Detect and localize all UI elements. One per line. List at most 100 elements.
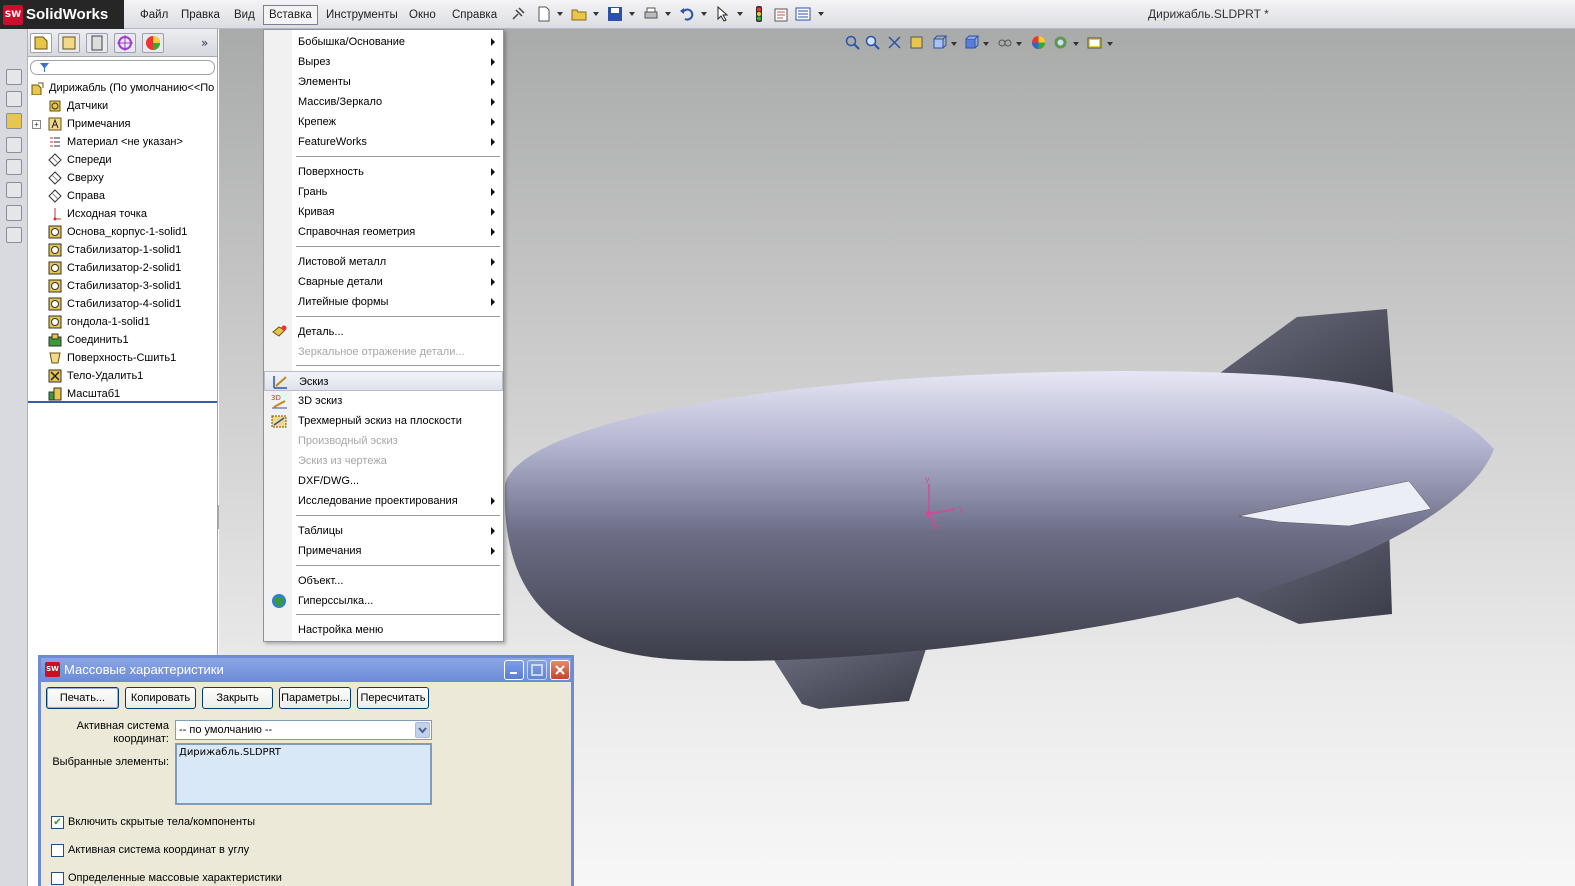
hide-show-items-icon[interactable] [997, 35, 1012, 50]
apply-scene-icon[interactable] [1053, 35, 1068, 50]
insert-menu-item[interactable]: DXF/DWG... [264, 471, 503, 491]
menu-tools[interactable]: Инструменты [321, 5, 403, 25]
insert-menu-item[interactable]: FeatureWorks [264, 132, 503, 152]
solidworks-logo[interactable]: SW SolidWorks [0, 0, 124, 29]
tree-item[interactable]: Соединить1 [28, 331, 217, 349]
undo-icon[interactable] [679, 6, 695, 22]
edit-appearance-icon[interactable] [1031, 35, 1046, 50]
insert-menu-item[interactable]: Гиперссылка... [264, 591, 503, 611]
section-view-icon[interactable] [909, 35, 924, 50]
insert-menu-item[interactable]: Крепеж [264, 112, 503, 132]
tree-filter-input[interactable] [30, 60, 215, 75]
file-props-icon[interactable] [773, 6, 789, 22]
strip-tool-icon[interactable] [6, 159, 22, 175]
select-arrow-icon[interactable] [715, 6, 731, 22]
checkbox-checked-icon[interactable]: ✔ [51, 816, 64, 829]
insert-menu-item[interactable]: Массив/Зеркало [264, 92, 503, 112]
strip-tool-icon[interactable] [6, 227, 22, 243]
insert-menu-item[interactable]: Поверхность [264, 162, 503, 182]
insert-menu-item[interactable]: Литейные формы [264, 292, 503, 312]
tree-item[interactable]: Материал <не указан> [28, 133, 217, 151]
menu-insert[interactable]: Вставка [263, 5, 318, 25]
insert-menu-item[interactable]: Настройка меню [264, 620, 503, 640]
select-dropdown-icon[interactable] [737, 12, 743, 16]
previous-view-icon[interactable] [887, 35, 902, 50]
insert-menu-item[interactable]: Листовой металл [264, 252, 503, 272]
insert-menu-item[interactable]: Вырез [264, 52, 503, 72]
view-settings-icon[interactable] [1087, 35, 1102, 50]
checkbox-unchecked-icon[interactable] [51, 872, 64, 885]
insert-menu-item[interactable]: Объект... [264, 571, 503, 591]
view-orientation-icon[interactable] [932, 35, 947, 50]
tree-item[interactable]: Исходная точка [28, 205, 217, 223]
tree-item[interactable]: Датчики [28, 97, 217, 115]
coord-system-select[interactable]: -- по умолчанию -- [175, 720, 432, 740]
insert-menu-item[interactable]: Примечания [264, 541, 503, 561]
insert-menu-item[interactable]: Исследование проектирования [264, 491, 503, 511]
tree-item[interactable]: гондола-1-solid1 [28, 313, 217, 331]
insert-menu-item[interactable]: Сварные детали [264, 272, 503, 292]
view-orientation-dropdown-icon[interactable] [951, 42, 957, 46]
display-style-dropdown-icon[interactable] [983, 42, 989, 46]
minimize-button[interactable] [504, 660, 524, 680]
options-icon[interactable] [795, 6, 811, 22]
display-style-icon[interactable] [964, 35, 979, 50]
open-dropdown-icon[interactable] [593, 12, 599, 16]
dim-expert-tab[interactable] [114, 33, 136, 53]
coord-system-dropdown-button[interactable] [415, 722, 430, 738]
menu-help[interactable]: Справка [447, 5, 502, 25]
print-dropdown-icon[interactable] [665, 12, 671, 16]
close-dialog-button[interactable]: Закрыть [202, 687, 273, 709]
tree-item[interactable]: Поверхность-Сшить1 [28, 349, 217, 367]
recalculate-button[interactable]: Пересчитать [357, 687, 429, 709]
zoom-to-fit-icon[interactable] [845, 35, 860, 50]
menu-edit[interactable]: Правка [176, 5, 225, 25]
tree-item[interactable]: Основа_корпус-1-solid1 [28, 223, 217, 241]
save-dropdown-icon[interactable] [629, 12, 635, 16]
insert-menu-item[interactable]: Трехмерный эскиз на плоскости [264, 411, 503, 431]
dialog-titlebar[interactable]: SW Массовые характеристики [41, 658, 571, 682]
apply-scene-dropdown-icon[interactable] [1073, 42, 1079, 46]
maximize-button[interactable] [527, 660, 547, 680]
checkbox-unchecked-icon[interactable] [51, 844, 64, 857]
strip-tool-icon[interactable] [6, 205, 22, 221]
tree-item[interactable]: Тело-Удалить1 [28, 367, 217, 385]
strip-tool-icon[interactable] [6, 137, 22, 153]
insert-menu-item[interactable]: Таблицы [264, 521, 503, 541]
strip-folder-icon[interactable] [6, 113, 22, 129]
expand-panel-icon[interactable]: » [201, 36, 208, 50]
rebuild-icon[interactable] [751, 6, 767, 22]
selected-items-list[interactable]: Дирижабль.SLDPRT [175, 743, 432, 805]
save-icon[interactable] [607, 6, 623, 22]
selected-item[interactable]: Дирижабль.SLDPRT [179, 747, 281, 758]
menu-view[interactable]: Вид [229, 5, 260, 25]
menu-window[interactable]: Окно [404, 5, 441, 25]
open-icon[interactable] [571, 6, 587, 22]
tree-item[interactable]: Сверху [28, 169, 217, 187]
insert-menu-item[interactable]: Грань [264, 182, 503, 202]
tree-item[interactable]: + Примечания [28, 115, 217, 133]
strip-tool-icon[interactable] [6, 182, 22, 198]
tree-item[interactable]: Спереди [28, 151, 217, 169]
insert-menu-item[interactable]: Бобышка/Основание [264, 32, 503, 52]
hide-show-dropdown-icon[interactable] [1016, 42, 1022, 46]
tree-rollback-bar[interactable] [28, 401, 217, 403]
tree-item[interactable]: Стабилизатор-3-solid1 [28, 277, 217, 295]
new-doc-dropdown-icon[interactable] [557, 12, 563, 16]
strip-tool-icon[interactable] [6, 91, 22, 107]
print-button[interactable]: Печать... [46, 687, 119, 709]
property-manager-tab[interactable] [58, 33, 80, 53]
menu-file[interactable]: Файл [135, 5, 173, 25]
pin-icon[interactable] [510, 6, 526, 22]
insert-menu-item[interactable]: Элементы [264, 72, 503, 92]
tree-item[interactable]: Справа [28, 187, 217, 205]
insert-menu-item[interactable]: Справочная геометрия [264, 222, 503, 242]
tree-item[interactable]: Дирижабль (По умолчанию<<По [28, 79, 217, 97]
tree-item[interactable]: Стабилизатор-4-solid1 [28, 295, 217, 313]
tree-item[interactable]: Стабилизатор-2-solid1 [28, 259, 217, 277]
insert-menu-item[interactable]: Кривая [264, 202, 503, 222]
expand-icon[interactable]: + [32, 120, 41, 129]
feature-manager-tab[interactable] [30, 33, 52, 53]
options-dropdown-icon[interactable] [818, 12, 824, 16]
tree-item[interactable]: Стабилизатор-1-solid1 [28, 241, 217, 259]
